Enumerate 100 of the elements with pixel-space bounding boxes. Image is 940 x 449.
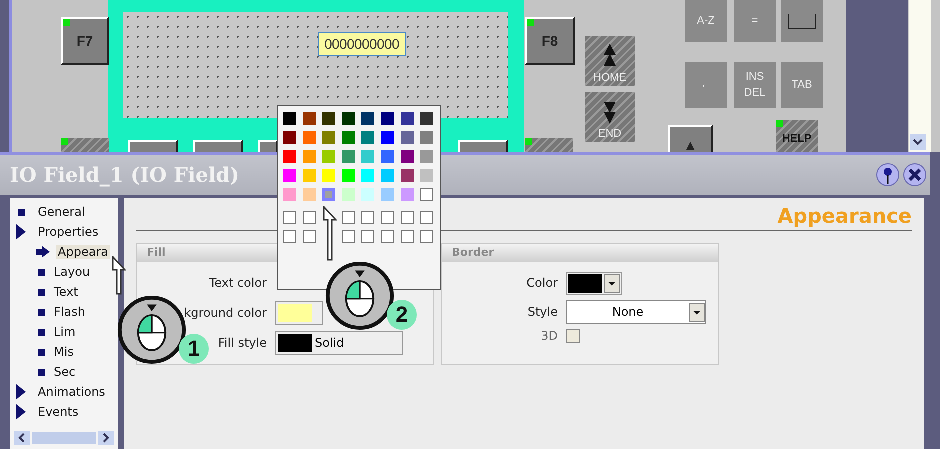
scroll-down-icon[interactable] [910, 134, 926, 150]
color-swatch[interactable] [283, 112, 296, 125]
empty-swatch[interactable] [380, 230, 394, 243]
empty-swatch[interactable] [380, 211, 394, 224]
color-swatch[interactable] [400, 112, 414, 125]
color-swatch[interactable] [420, 131, 434, 144]
color-swatch[interactable] [322, 112, 336, 125]
color-swatch[interactable] [342, 169, 355, 182]
color-swatch[interactable] [380, 131, 394, 144]
field-label: Style [528, 305, 558, 319]
field-value: Solid [315, 336, 344, 350]
color-swatch[interactable] [400, 169, 414, 182]
color-swatch[interactable] [322, 188, 336, 201]
color-swatch[interactable] [322, 131, 336, 144]
pin-icon[interactable] [876, 163, 900, 187]
section-title: Appearance [778, 204, 912, 228]
tree-item[interactable]: Events [36, 405, 81, 419]
field-label: Text color [209, 276, 267, 290]
empty-swatch[interactable] [283, 230, 296, 243]
color-swatch[interactable] [342, 131, 355, 144]
bullet-icon [38, 308, 45, 316]
empty-swatch[interactable] [400, 211, 414, 224]
scroll-left-icon[interactable] [14, 431, 30, 445]
field-label: Fill style [218, 336, 267, 350]
key[interactable]: ▲ [668, 125, 713, 152]
color-swatch[interactable] [283, 188, 296, 201]
color-swatch[interactable] [420, 150, 434, 163]
color-swatch[interactable] [380, 112, 394, 125]
color-field[interactable]: Solid [275, 331, 403, 355]
color-swatch[interactable] [420, 112, 434, 125]
color-swatch[interactable] [361, 112, 374, 125]
double-up-arrow-icon [603, 44, 617, 68]
key[interactable]: F8 [525, 17, 575, 65]
tree-item[interactable]: Layou [52, 265, 92, 279]
empty-swatch[interactable] [342, 230, 355, 243]
close-icon[interactable] [903, 163, 927, 187]
tree-item[interactable]: Appeara [56, 245, 110, 259]
tree-item[interactable]: Sec [52, 365, 78, 379]
color-swatch[interactable] [400, 150, 414, 163]
triangle-icon [16, 224, 26, 240]
bullet-icon [18, 208, 25, 216]
color-swatch[interactable] [283, 131, 296, 144]
color-swatch[interactable] [400, 188, 414, 201]
empty-swatch[interactable] [361, 230, 374, 243]
color-swatch[interactable] [342, 188, 355, 201]
style-dropdown[interactable]: None [566, 300, 706, 324]
color-swatch[interactable] [361, 169, 374, 182]
color-swatch[interactable] [361, 131, 374, 144]
color-swatch[interactable] [322, 150, 336, 163]
tree-item[interactable]: Mis [52, 345, 76, 359]
bullet-icon [38, 348, 45, 356]
empty-swatch[interactable] [400, 230, 414, 243]
color-swatch[interactable] [420, 188, 434, 201]
empty-swatch[interactable] [302, 230, 316, 243]
tree-item[interactable]: Text [52, 285, 80, 299]
field-label: 3D [541, 329, 558, 343]
color-picker[interactable] [566, 272, 622, 294]
tree-item[interactable]: Lim [52, 325, 78, 339]
color-swatch[interactable] [380, 188, 394, 201]
checkbox[interactable] [566, 329, 580, 343]
key[interactable]: F7 [61, 17, 109, 65]
color-swatch[interactable] [302, 112, 316, 125]
empty-swatch[interactable] [342, 211, 355, 224]
color-swatch[interactable] [361, 188, 374, 201]
color-swatch[interactable] [420, 169, 434, 182]
color-field[interactable] [275, 301, 323, 325]
bullet-icon [38, 268, 45, 276]
empty-swatch[interactable] [420, 230, 434, 243]
scrollbar[interactable] [908, 0, 931, 152]
color-swatch[interactable] [302, 131, 316, 144]
color-swatch[interactable] [302, 169, 316, 182]
color-swatch[interactable] [361, 150, 374, 163]
color-swatch[interactable] [283, 150, 296, 163]
scroll-right-icon[interactable] [98, 431, 114, 445]
arrow-icon [36, 246, 50, 258]
color-swatch[interactable] [302, 150, 316, 163]
tree-item[interactable]: General [36, 205, 88, 219]
color-swatch[interactable] [302, 188, 316, 201]
color-swatch[interactable] [380, 169, 394, 182]
empty-swatch[interactable] [302, 211, 316, 224]
color-swatch[interactable] [380, 150, 394, 163]
key[interactable]: HOME [585, 36, 635, 86]
empty-swatch[interactable] [361, 211, 374, 224]
scroll-thumb[interactable] [32, 432, 96, 444]
bracket-icon [788, 14, 816, 28]
tree-item[interactable]: Properties [36, 225, 101, 239]
empty-swatch[interactable] [283, 211, 296, 224]
bullet-icon [38, 368, 45, 376]
color-swatch[interactable] [342, 112, 355, 125]
output-field[interactable]: 0000000000 [319, 33, 405, 55]
empty-swatch[interactable] [420, 211, 434, 224]
color-swatch[interactable] [400, 131, 414, 144]
color-swatch[interactable] [322, 169, 336, 182]
tree-item[interactable]: Animations [36, 385, 108, 399]
tree-item[interactable]: Flash [52, 305, 88, 319]
color-swatch[interactable] [283, 169, 296, 182]
color-swatch[interactable] [342, 150, 355, 163]
key[interactable]: HELP [776, 120, 818, 152]
key[interactable]: END [585, 92, 635, 142]
triangle-icon [16, 404, 26, 420]
